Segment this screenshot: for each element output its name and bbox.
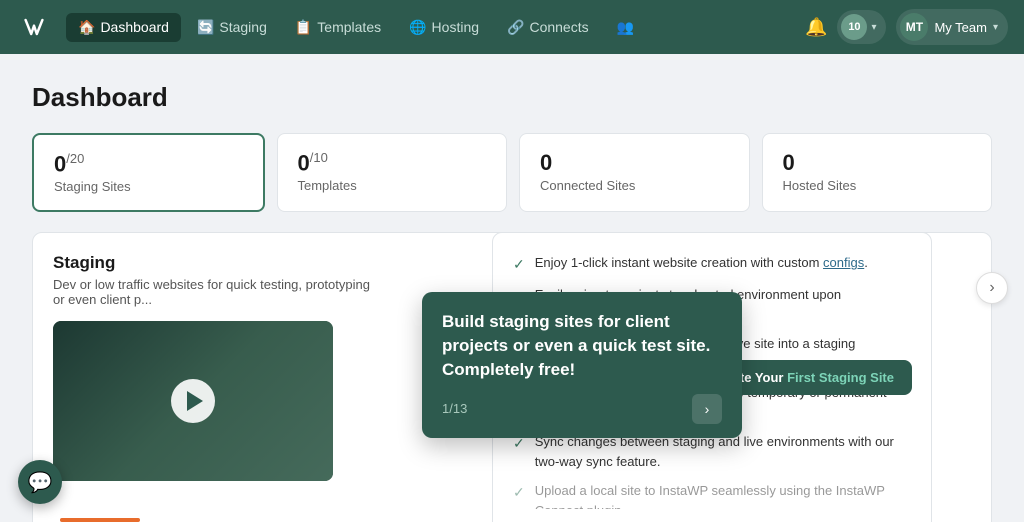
templates-count: 0/10 (298, 150, 487, 176)
nav-templates[interactable]: 📋 Templates (283, 13, 393, 42)
credits-avatar: 10 (841, 14, 867, 40)
stat-templates: 0/10 Templates (277, 133, 508, 212)
cta-highlight: First Staging Site (787, 370, 894, 385)
page-title: Dashboard (32, 82, 992, 113)
nav-dashboard[interactable]: 🏠 Dashboard (66, 13, 181, 42)
tooltip-next-icon: › (705, 401, 710, 417)
chat-icon: 💬 (28, 470, 53, 495)
people-icon: 👥 (617, 19, 634, 36)
connected-count: 0 (540, 150, 729, 176)
nav-right: 🔔 10 ▾ MT My Team ▾ (805, 9, 1008, 45)
nav-templates-label: Templates (317, 19, 381, 35)
hosted-count: 0 (783, 150, 972, 176)
connected-label: Connected Sites (540, 178, 729, 193)
team-menu[interactable]: MT My Team ▾ (896, 9, 1008, 45)
play-button[interactable] (171, 379, 215, 423)
navbar: 🏠 Dashboard 🔄 Staging 📋 Templates 🌐 Host… (0, 0, 1024, 54)
chat-widget-button[interactable]: 💬 (18, 460, 62, 504)
connects-icon: 🔗 (507, 19, 524, 36)
home-icon: 🏠 (78, 19, 95, 36)
templates-icon: 📋 (295, 19, 312, 36)
templates-limit: /10 (310, 150, 328, 165)
feature-6: ✓ Upload a local site to InstaWP seamles… (513, 481, 911, 509)
check-icon-6: ✓ (513, 482, 525, 503)
tooltip-page: 1/13 (442, 401, 467, 416)
feature-5: ✓ Sync changes between staging and live … (513, 432, 911, 471)
nav-hosting[interactable]: 🌐 Hosting (397, 13, 491, 42)
credits-button[interactable]: 10 ▾ (837, 10, 886, 44)
staging-icon: 🔄 (197, 19, 214, 36)
team-chevron-icon: ▾ (993, 22, 998, 33)
nav-hosting-label: Hosting (432, 19, 479, 35)
nav-staging-label: Staging (219, 19, 266, 35)
nav-team-icon[interactable]: 👥 (605, 13, 646, 42)
team-avatar: MT (900, 13, 928, 41)
feature-1-text: Enjoy 1-click instant website creation w… (535, 253, 868, 273)
arrow-right-icon: › (989, 279, 994, 297)
feature-1: ✓ Enjoy 1-click instant website creation… (513, 253, 911, 275)
staging-count: 0/20 (54, 151, 243, 177)
next-arrow-button[interactable]: › (976, 272, 1008, 304)
configs-link[interactable]: configs (823, 255, 864, 270)
stat-staging-sites: 0/20 Staging Sites (32, 133, 265, 212)
video-thumbnail[interactable] (53, 321, 333, 481)
nav-connects-label: Connects (529, 19, 588, 35)
stats-row: 0/20 Staging Sites 0/10 Templates 0 Conn… (32, 133, 992, 212)
stat-connected-sites: 0 Connected Sites (519, 133, 750, 212)
main-content: Dashboard 0/20 Staging Sites 0/10 Templa… (0, 54, 1024, 522)
staging-limit: /20 (66, 151, 84, 166)
stat-hosted-sites: 0 Hosted Sites (762, 133, 993, 212)
nav-dashboard-label: Dashboard (100, 19, 169, 35)
credits-chevron-icon: ▾ (871, 22, 876, 33)
chat-bar (60, 518, 140, 522)
content-area: Staging Dev or low traffic websites for … (32, 232, 992, 522)
tooltip-text: Build staging sites for client projects … (442, 310, 722, 381)
staging-card-desc: Dev or low traffic websites for quick te… (53, 277, 373, 307)
team-name-label: My Team (934, 20, 987, 35)
onboarding-tooltip: Build staging sites for client projects … (422, 292, 742, 437)
staging-label: Staging Sites (54, 179, 243, 194)
feature-6-text: Upload a local site to InstaWP seamlessl… (535, 481, 911, 509)
hosted-label: Hosted Sites (783, 178, 972, 193)
notification-bell[interactable]: 🔔 (805, 17, 827, 38)
tooltip-next-button[interactable]: › (692, 394, 722, 424)
templates-label: Templates (298, 178, 487, 193)
nav-staging[interactable]: 🔄 Staging (185, 13, 279, 42)
check-icon-1: ✓ (513, 254, 525, 275)
logo[interactable] (16, 9, 52, 45)
hosting-icon: 🌐 (409, 19, 426, 36)
nav-connects[interactable]: 🔗 Connects (495, 13, 601, 42)
feature-5-text: Sync changes between staging and live en… (535, 432, 911, 471)
tooltip-footer: 1/13 › (442, 394, 722, 424)
